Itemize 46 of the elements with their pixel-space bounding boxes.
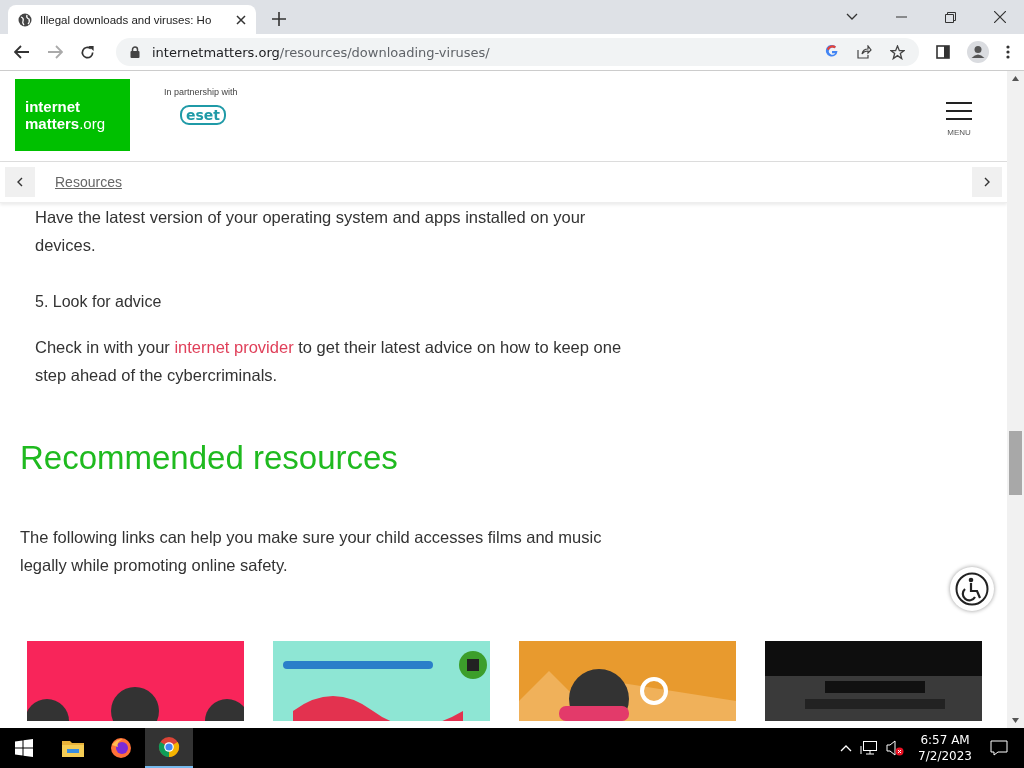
scrollbar-thumb[interactable] — [1009, 431, 1022, 495]
notification-icon[interactable] — [990, 740, 1008, 756]
folder-icon[interactable] — [62, 739, 84, 757]
browser-tab[interactable]: Illegal downloads and viruses: Ho — [8, 5, 256, 34]
start-icon[interactable] — [15, 739, 33, 757]
article-paragraph: Check in with your internet provider to get their latest advice on how to keep one step ahead of the cybercriminals. — [35, 337, 623, 386]
internet-provider-link[interactable]: internet provider — [174, 338, 294, 356]
menu-button[interactable]: MENU — [946, 95, 972, 137]
clock-date[interactable]: 7/2/2023 — [918, 748, 972, 764]
firefox-icon[interactable] — [110, 737, 132, 759]
chevron-up-icon[interactable] — [840, 744, 853, 752]
tab-title: Illegal downloads and viruses: Ho — [40, 13, 213, 26]
share-icon[interactable] — [857, 45, 872, 59]
more-icon[interactable] — [1006, 45, 1010, 59]
scroll-right-button[interactable] — [972, 167, 1002, 197]
side-panel-icon[interactable] — [936, 45, 950, 59]
scroll-down-icon[interactable] — [1012, 718, 1019, 723]
back-icon[interactable] — [14, 45, 30, 59]
section-heading: 5. Look for advice — [35, 293, 163, 311]
restore-icon[interactable] — [945, 11, 956, 23]
scroll-up-icon[interactable] — [1012, 76, 1019, 81]
breadcrumb-link[interactable]: Resources — [55, 174, 122, 190]
speaker-muted-icon[interactable] — [886, 740, 905, 756]
chevron-down-icon[interactable] — [846, 13, 858, 21]
partner-label: In partnership with — [164, 87, 238, 97]
close-icon[interactable] — [236, 14, 246, 25]
clock-time[interactable]: 6:57 AM — [920, 732, 970, 748]
accessibility-button[interactable] — [950, 567, 994, 611]
reload-icon[interactable] — [80, 44, 95, 60]
address-bar[interactable]: internetmatters.org/resources/downloading-viruses/ — [116, 38, 919, 66]
network-icon[interactable] — [860, 740, 879, 756]
profile-icon[interactable] — [967, 41, 989, 63]
lock-icon — [130, 46, 140, 58]
scroll-left-button[interactable] — [5, 167, 35, 197]
intro-paragraph: The following links can help you make sure your child accesses films and music legally while promoting online safety. — [20, 527, 603, 576]
chevron-right-icon — [984, 177, 990, 187]
close-icon[interactable] — [994, 11, 1006, 23]
chrome-icon[interactable] — [158, 736, 180, 758]
star-icon[interactable] — [890, 44, 905, 60]
google-icon[interactable] — [825, 45, 839, 59]
url-text: internetmatters.org/resources/downloading-viruses/ — [152, 44, 490, 60]
article-paragraph: Have the latest version of your operating system and apps installed on your devices. — [35, 207, 587, 256]
chevron-left-icon — [17, 177, 23, 187]
globe-icon — [18, 12, 32, 27]
section-title: Recommended resources — [20, 439, 399, 477]
new-tab-icon[interactable] — [272, 12, 286, 26]
